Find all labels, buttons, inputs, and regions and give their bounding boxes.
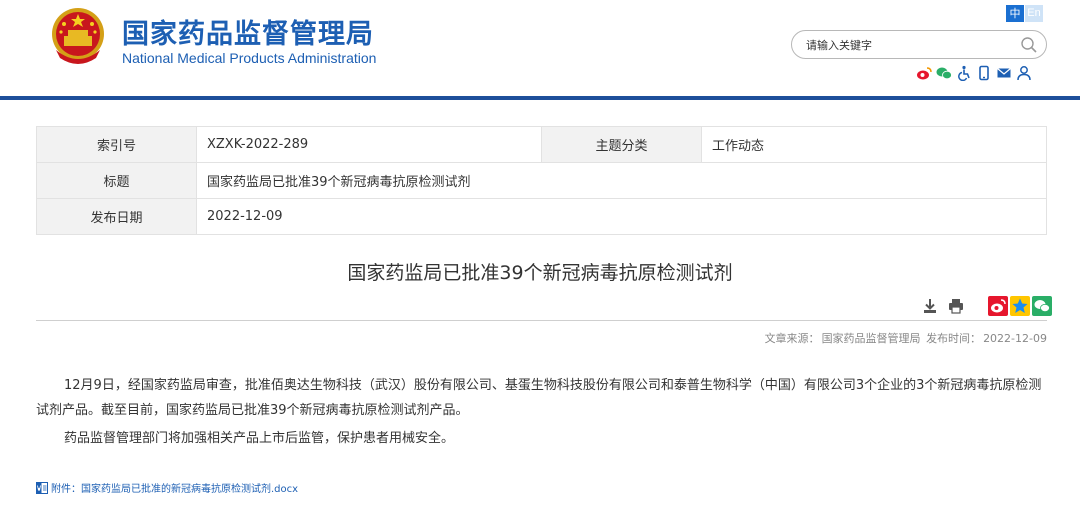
header-divider: [0, 96, 1080, 100]
meta-index-value: XZXK-2022-289: [196, 126, 542, 163]
print-icon[interactable]: [946, 296, 966, 316]
lang-en-button[interactable]: En: [1025, 5, 1043, 22]
attachment-label[interactable]: 附件：国家药监局已批准的新冠病毒抗原检测试剂.docx: [51, 480, 298, 495]
meta-date-value: 2022-12-09: [196, 198, 1047, 235]
attachment-link[interactable]: 附件：国家药监局已批准的新冠病毒抗原检测试剂.docx: [36, 480, 298, 495]
word-document-icon: [36, 481, 48, 494]
meta-category-value: 工作动态: [701, 126, 1047, 163]
meta-row-title: 标题 国家药监局已批准39个新冠病毒抗原检测试剂: [36, 162, 1047, 199]
article-meta-table: 索引号 XZXK-2022-289 主题分类 工作动态 标题 国家药监局已批准3…: [36, 126, 1047, 235]
national-emblem-icon[interactable]: [50, 6, 106, 66]
site-header: 国家药品监督管理局 National Medical Products Admi…: [0, 0, 1080, 96]
meta-category-label: 主题分类: [541, 126, 702, 163]
wechat-icon[interactable]: [936, 65, 952, 81]
weibo-icon[interactable]: [916, 65, 932, 81]
publish-time-value: 2022-12-09: [983, 332, 1047, 345]
meta-title-value: 国家药监局已批准39个新冠病毒抗原检测试剂: [196, 162, 1047, 199]
share-wechat-icon[interactable]: [1032, 296, 1052, 316]
meta-row-index: 索引号 XZXK-2022-289 主题分类 工作动态: [36, 126, 1047, 163]
search-box: [791, 30, 1047, 59]
lang-zh-button[interactable]: 中: [1006, 5, 1024, 22]
article-paragraph: 12月9日，经国家药监局审查，批准佰奥达生物科技（武汉）股份有限公司、基蛋生物科…: [36, 378, 1042, 418]
site-name-en[interactable]: National Medical Products Administration: [122, 50, 376, 66]
share-weibo-icon[interactable]: [988, 296, 1008, 316]
article-paragraph: 药品监督管理部门将加强相关产品上市后监管，保护患者用械安全。: [64, 431, 455, 446]
search-icon[interactable]: [1020, 36, 1038, 54]
share-qzone-icon[interactable]: [1010, 296, 1030, 316]
search-input[interactable]: [806, 36, 1016, 54]
article-divider: [36, 320, 1047, 321]
header-tool-icons: [916, 65, 1032, 83]
share-toolbar: [920, 296, 1052, 316]
publish-time-label: 发布时间：: [926, 332, 982, 345]
accessibility-icon[interactable]: [956, 65, 972, 82]
article-source-line: 文章来源： 国家药品监督管理局 发布时间： 2022-12-09: [763, 330, 1047, 346]
article-title: 国家药监局已批准39个新冠病毒抗原检测试剂: [347, 262, 733, 284]
user-icon[interactable]: [1016, 65, 1032, 81]
meta-index-label: 索引号: [36, 126, 197, 163]
meta-date-label: 发布日期: [36, 198, 197, 235]
download-icon[interactable]: [920, 296, 940, 316]
mobile-icon[interactable]: [976, 65, 992, 81]
meta-title-label: 标题: [36, 162, 197, 199]
source-value: 国家药品监督管理局: [821, 332, 921, 345]
site-name-cn[interactable]: 国家药品监督管理局: [122, 12, 374, 51]
source-label: 文章来源：: [764, 332, 820, 345]
mail-icon[interactable]: [996, 65, 1012, 81]
meta-row-date: 发布日期 2022-12-09: [36, 198, 1047, 235]
